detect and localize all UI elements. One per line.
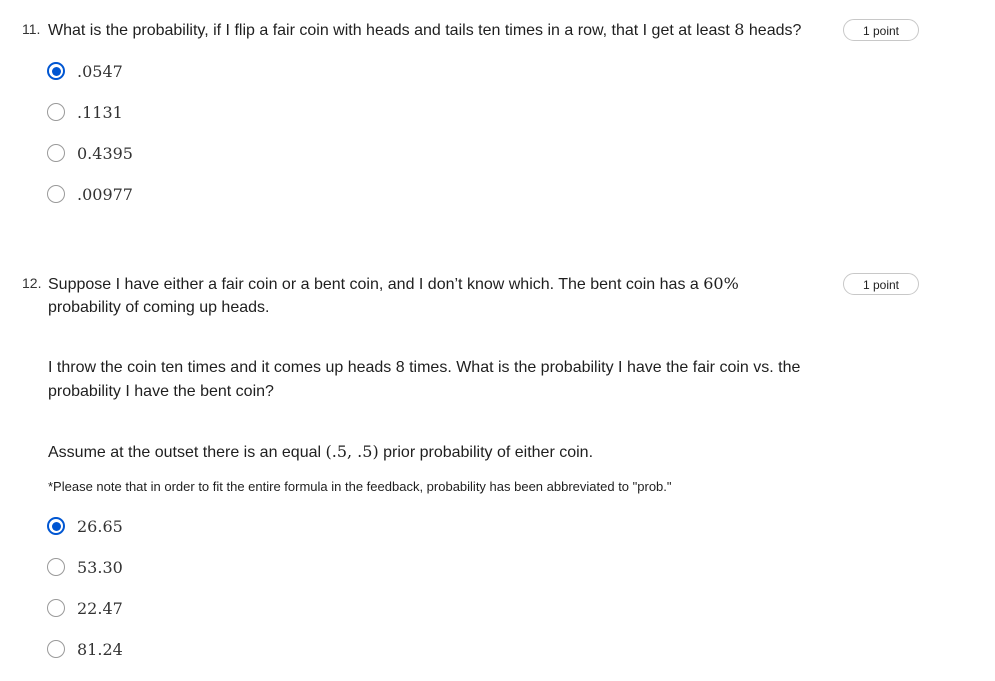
radio-button[interactable] [47, 599, 65, 617]
question-paragraph: Assume at the outset there is an equal (… [48, 440, 848, 465]
option-label: 81.24 [77, 639, 123, 659]
answer-option[interactable]: 26.65 [47, 515, 123, 537]
points-badge: 1 point [843, 273, 919, 295]
question-text: What is the probability, if I flip a fai… [48, 18, 801, 43]
radio-button-selected[interactable] [47, 517, 65, 535]
option-label: 22.47 [77, 598, 123, 618]
radio-button-selected[interactable] [47, 62, 65, 80]
radio-button[interactable] [47, 144, 65, 162]
question-text-part: Suppose I have either a fair coin or a b… [48, 276, 704, 293]
question-text: Suppose I have either a fair coin or a b… [48, 272, 739, 297]
question-number: 12. [22, 275, 42, 291]
question-text-part: heads? [744, 22, 802, 39]
option-label: 53.30 [77, 557, 123, 577]
question-paragraph: I throw the coin ten times and it comes … [48, 356, 848, 404]
question-text: probability of coming up heads. [48, 299, 270, 316]
question-text-part: What is the probability, if I flip a fai… [48, 22, 735, 39]
option-label: 26.65 [77, 516, 123, 536]
answer-option[interactable]: .0547 [47, 60, 123, 82]
radio-button[interactable] [47, 103, 65, 121]
answer-option[interactable]: .00977 [47, 183, 133, 205]
paragraph-text: Assume at the outset there is an equal [48, 444, 326, 461]
answer-option[interactable]: 22.47 [47, 597, 123, 619]
question-number: 11. [22, 21, 41, 37]
option-label: 0.4395 [77, 143, 133, 163]
radio-button[interactable] [47, 558, 65, 576]
radio-button[interactable] [47, 185, 65, 203]
radio-button[interactable] [47, 640, 65, 658]
points-badge: 1 point [843, 19, 919, 41]
paragraph-line: I throw the coin ten times and it comes … [48, 359, 801, 376]
answer-option[interactable]: .1131 [47, 101, 123, 123]
answer-option[interactable]: 81.24 [47, 638, 123, 660]
math-inline: 8 [734, 20, 745, 39]
option-label: .00977 [77, 184, 133, 204]
math-inline: (.5, .5) [325, 442, 379, 461]
paragraph-line: probability I have the bent coin? [48, 383, 274, 400]
formula-note: *Please note that in order to fit the en… [48, 479, 672, 494]
paragraph-text: prior probability of either coin. [378, 444, 594, 461]
option-label: .0547 [77, 61, 123, 81]
answer-option[interactable]: 53.30 [47, 556, 123, 578]
math-inline: 60% [703, 274, 739, 293]
answer-option[interactable]: 0.4395 [47, 142, 133, 164]
option-label: .1131 [77, 102, 123, 122]
